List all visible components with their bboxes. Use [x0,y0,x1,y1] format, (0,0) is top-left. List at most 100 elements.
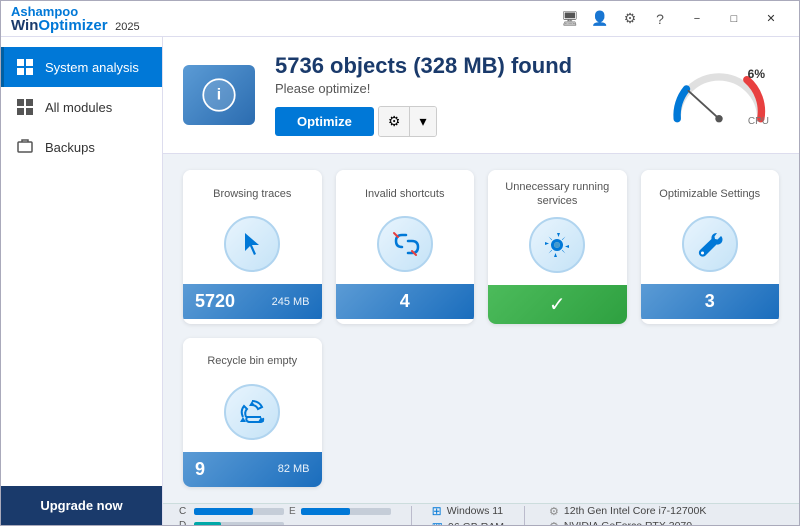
header-section: i 5736 objects (328 MB) found Please opt… [163,37,799,154]
card-title-browsing: Browsing traces [193,180,312,208]
card-running-services: Unnecessary running services [488,170,627,324]
wrench-icon [695,229,725,259]
footer-hw-info: ⚙ 12th Gen Intel Core i7-12700K ⚙ NVIDIA… [549,505,706,525]
main-layout: System analysis All modules Backups Upgr… [1,37,799,525]
drive-c-row: C E [179,506,391,517]
app-branding: Ashampoo WinOptimizer 2025 [11,5,140,33]
cpu-gauge: 6% CPU [659,55,779,135]
cpu-label: CPU [748,116,769,127]
card-title-recycle: Recycle bin empty [193,348,312,376]
gear-icon-btn[interactable]: ⚙ [619,8,641,30]
header-actions: Optimize ⚙ ▾ [275,106,639,137]
gear-spin-icon [542,230,572,260]
sidebar-item-backups[interactable]: Backups [1,127,162,167]
gpu-row: ⚙ NVIDIA GeForce RTX 3070 [549,520,706,525]
drive-c-letter: C [179,506,189,517]
title-bar-controls: 🖥 👤 ⚙ ? − □ ✕ [559,6,789,32]
user-icon-btn[interactable]: 👤 [589,8,611,30]
os-label: Windows 11 [447,505,503,517]
card-size-browsing: 245 MB [272,296,310,308]
gpu-label: NVIDIA GeForce RTX 3070 [564,520,692,525]
objects-found: 5736 objects (328 MB) found [275,53,639,79]
card-invalid-shortcuts: Invalid shortcuts 4 [336,170,475,324]
card-count-browsing: 5720 [195,291,235,312]
help-icon-btn[interactable]: ? [649,8,671,30]
wrench-icon-wrap [682,216,738,272]
card-bottom-browsing: 5720 245 MB [183,284,322,319]
card-count-shortcuts: 4 [400,291,410,312]
minimize-button[interactable]: − [679,6,715,32]
footer-sep-1 [411,506,412,525]
settings-btn-group: ⚙ ▾ [378,106,437,137]
cursor-icon-wrap [224,216,280,272]
optimize-button[interactable]: Optimize [275,107,374,136]
card-count-settings: 3 [705,291,715,312]
settings-dropdown-button[interactable]: ▾ [410,107,435,136]
card-title-settings: Optimizable Settings [651,180,770,208]
windows-icon: ⊞ [432,504,442,518]
content-area: i 5736 objects (328 MB) found Please opt… [163,37,799,525]
recycle-icon-wrap [224,384,280,440]
sidebar: System analysis All modules Backups Upgr… [1,37,163,525]
close-button[interactable]: ✕ [753,6,789,32]
gear-spin-icon-wrap [529,217,585,273]
window-controls: − □ ✕ [679,6,789,32]
ram-icon: ▦ [432,520,443,525]
check-icon: ✓ [500,292,615,317]
card-top-recycle: Recycle bin empty [183,338,322,452]
drive-d-letter: D [179,520,189,525]
drive-c-fill [194,508,253,515]
card-top-browsing: Browsing traces [183,170,322,284]
cpu-row: ⚙ 12th Gen Intel Core i7-12700K [549,505,706,518]
ram-label: 96 GB RAM [448,521,504,525]
card-title-shortcuts: Invalid shortcuts [346,180,465,208]
card-bottom-settings: 3 [641,284,780,319]
sidebar-label-system-analysis: System analysis [45,60,139,75]
monitor-icon-btn[interactable]: 🖥 [559,8,581,30]
cursor-icon [237,229,267,259]
settings-gear-button[interactable]: ⚙ [379,107,411,136]
sidebar-label-backups: Backups [45,140,95,155]
footer-os-info: ⊞ Windows 11 ▦ 96 GB RAM [432,504,504,525]
drive-e-bar [301,508,391,515]
ram-row: ▦ 96 GB RAM [432,520,504,525]
card-top-shortcuts: Invalid shortcuts [336,170,475,284]
maximize-button[interactable]: □ [716,6,752,32]
cards-section: Browsing traces 5720 245 MB Invalid shor… [163,154,799,503]
footer-sep-2 [524,506,525,525]
card-title-services: Unnecessary running services [498,180,617,209]
cpu-icon: ⚙ [549,505,559,518]
sidebar-item-all-modules[interactable]: All modules [1,87,162,127]
drive-d-bar [194,522,284,525]
all-modules-icon [15,97,35,117]
gpu-icon: ⚙ [549,520,559,525]
link-broken-icon [390,229,420,259]
drive-c-bar [194,508,284,515]
computer-icon-wrap: i [183,65,255,125]
sidebar-label-all-modules: All modules [45,100,112,115]
card-top-settings: Optimizable Settings [641,170,780,284]
card-bottom-services: ✓ [488,285,627,324]
os-row: ⊞ Windows 11 [432,504,504,518]
card-browsing-traces: Browsing traces 5720 245 MB [183,170,322,324]
upgrade-button[interactable]: Upgrade now [1,486,162,525]
header-text: 5736 objects (328 MB) found Please optim… [275,53,639,137]
svg-text:i: i [217,86,221,103]
card-size-recycle: 82 MB [278,463,310,475]
gauge-percent: 6% [748,67,765,81]
card-top-services: Unnecessary running services [488,170,627,285]
card-recycle-bin: Recycle bin empty 9 82 M [183,338,322,487]
app-logo: Ashampoo WinOptimizer 2025 [11,5,140,33]
title-bar: Ashampoo WinOptimizer 2025 🖥 👤 ⚙ ? − □ ✕ [1,1,799,37]
card-count-recycle: 9 [195,459,205,480]
drive-e-fill [301,508,351,515]
card-bottom-shortcuts: 4 [336,284,475,319]
card-bottom-recycle: 9 82 MB [183,452,322,487]
recycle-icon [237,397,267,427]
computer-icon: i [198,74,240,116]
grid-icon [15,57,35,77]
footer-bar: C E D [163,503,799,525]
backup-icon [15,137,35,157]
link-broken-icon-wrap [377,216,433,272]
sidebar-item-system-analysis[interactable]: System analysis [1,47,162,87]
